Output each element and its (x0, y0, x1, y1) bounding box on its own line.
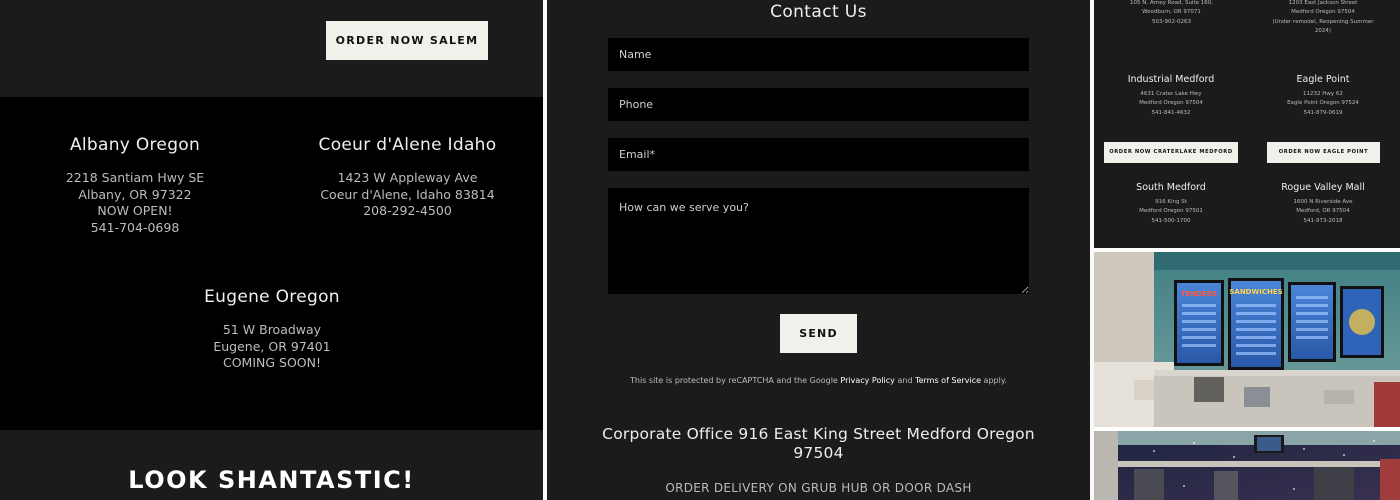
location-phone: 541-500-1700 (1151, 217, 1191, 224)
location-address-line: Woodburn, OR 97071 (1142, 9, 1201, 16)
restaurant-interior-photo: TENDERS SANDWICHES (1094, 252, 1400, 427)
location-address-line: 916 King St (1155, 199, 1187, 205)
location-address-line: 105 N. Arney Road, Suite 160, (1130, 0, 1213, 6)
location-phone[interactable]: 208-292-4500 (300, 203, 515, 220)
contact-column: Contact Us SEND This site is protected b… (547, 0, 1090, 500)
location-status: NOW OPEN! (97, 203, 173, 219)
terms-of-service-link[interactable]: Terms of Service (915, 376, 981, 385)
email-field[interactable] (608, 138, 1029, 171)
order-now-eagle-point-button[interactable]: ORDER NOW EAGLE POINT (1267, 142, 1380, 163)
location-jackson-street: 1203 East Jackson Street Medford Oregon … (1262, 0, 1384, 37)
location-albany: Albany Oregon 2218 Santiam Hwy SE Albany… (30, 135, 240, 236)
location-note: 2024) (1314, 28, 1332, 35)
location-address-line: 51 W Broadway (222, 322, 322, 337)
slogan-section: LOOK SHANTASTIC! (0, 430, 543, 500)
location-industrial-medford: Industrial Medford 4631 Crater Lake Hwy … (1112, 74, 1230, 118)
recaptcha-text: This site is protected by reCAPTCHA and … (630, 376, 838, 385)
menu-board-label: TENDERS (1181, 290, 1217, 298)
order-now-craterlake-button[interactable]: ORDER NOW CRATERLAKE MEDFORD (1104, 142, 1238, 163)
location-title: Eagle Point (1296, 74, 1350, 85)
location-address-line: Medford, OR 97504 (1296, 208, 1350, 215)
locations-graphic: 105 N. Arney Road, Suite 160, Woodburn, … (1094, 0, 1400, 248)
recaptcha-notice: This site is protected by reCAPTCHA and … (547, 376, 1090, 385)
location-status: COMING SOON! (222, 355, 322, 371)
gallery-column: 105 N. Arney Road, Suite 160, Woodburn, … (1094, 0, 1400, 500)
name-field[interactable] (608, 38, 1029, 71)
location-address-line: Medford Oregon 97504 (1139, 100, 1203, 107)
slogan-heading: LOOK SHANTASTIC! (128, 466, 415, 494)
location-title: Albany Oregon (69, 135, 201, 155)
contact-title: Contact Us (770, 2, 867, 22)
recaptcha-and-text: and (897, 376, 913, 385)
recaptcha-apply-text: apply. (983, 376, 1007, 385)
location-note: (Under remodel, Reopening Summer (1272, 18, 1374, 25)
location-eugene: Eugene Oregon 51 W Broadway Eugene, OR 9… (165, 287, 379, 372)
locations-section: Albany Oregon 2218 Santiam Hwy SE Albany… (0, 97, 543, 430)
phone-field[interactable] (608, 88, 1029, 121)
location-phone: 541-973-2018 (1303, 217, 1343, 224)
restaurant-counter-illustration (1094, 431, 1400, 500)
location-address-line: Medford Oregon 97504 (1291, 9, 1355, 16)
location-address-line: 1423 W Appleway Ave (337, 170, 478, 185)
restaurant-counter-photo (1094, 431, 1400, 500)
location-phone: 541-841-4632 (1151, 109, 1191, 116)
location-address-line: 1203 East Jackson Street (1288, 0, 1358, 6)
location-address-line: 1600 N Riverside Ave (1293, 199, 1353, 205)
restaurant-interior-illustration: TENDERS SANDWICHES (1094, 252, 1400, 427)
location-south-medford: South Medford 916 King St Medford Oregon… (1112, 182, 1230, 226)
location-coeur-dalene: Coeur d'Alene Idaho 1423 W Appleway Ave … (300, 135, 515, 220)
location-title: Eugene Oregon (204, 287, 340, 307)
location-address-line: 4631 Crater Lake Hwy (1140, 91, 1202, 97)
location-address-line: 2218 Santiam Hwy SE (65, 170, 205, 185)
order-now-salem-button[interactable]: ORDER NOW SALEM (326, 21, 488, 60)
location-phone: 541-879-0619 (1303, 109, 1343, 116)
message-field[interactable] (608, 188, 1029, 294)
location-address-line: Albany, OR 97322 (78, 186, 192, 202)
send-button[interactable]: SEND (780, 314, 857, 353)
location-title: Industrial Medford (1127, 74, 1215, 85)
location-woodburn: 105 N. Arney Road, Suite 160, Woodburn, … (1114, 0, 1229, 27)
menu-board-label: SANDWICHES (1229, 288, 1282, 296)
location-title: Coeur d'Alene Idaho (318, 135, 497, 155)
location-title: South Medford (1136, 182, 1206, 193)
location-address-line: Medford Oregon 97501 (1139, 208, 1203, 215)
location-phone[interactable]: 541-704-0698 (30, 220, 240, 237)
salem-section: ORDER NOW SALEM (0, 0, 543, 97)
location-title: Rogue Valley Mall (1281, 182, 1365, 193)
location-phone: 503-902-0263 (1152, 18, 1191, 25)
location-address-line: 11232 Hwy 62 (1303, 91, 1343, 97)
delivery-text: ORDER DELIVERY ON GRUB HUB OR DOOR DASH (665, 481, 972, 495)
locations-column: ORDER NOW SALEM Albany Oregon 2218 Santi… (0, 0, 543, 500)
location-address-line: Coeur d'Alene, Idaho 83814 (320, 186, 495, 202)
corporate-office-text: Corporate Office 916 East King Street Me… (602, 425, 1035, 462)
location-eagle-point: Eagle Point 11232 Hwy 62 Eagle Point Ore… (1262, 74, 1384, 118)
location-address-line: Eagle Point Oregon 97524 (1287, 100, 1359, 107)
location-rogue-valley-mall: Rogue Valley Mall 1600 N Riverside Ave M… (1262, 182, 1384, 226)
privacy-policy-link[interactable]: Privacy Policy (840, 376, 895, 385)
location-address-line: Eugene, OR 97401 (213, 338, 331, 354)
